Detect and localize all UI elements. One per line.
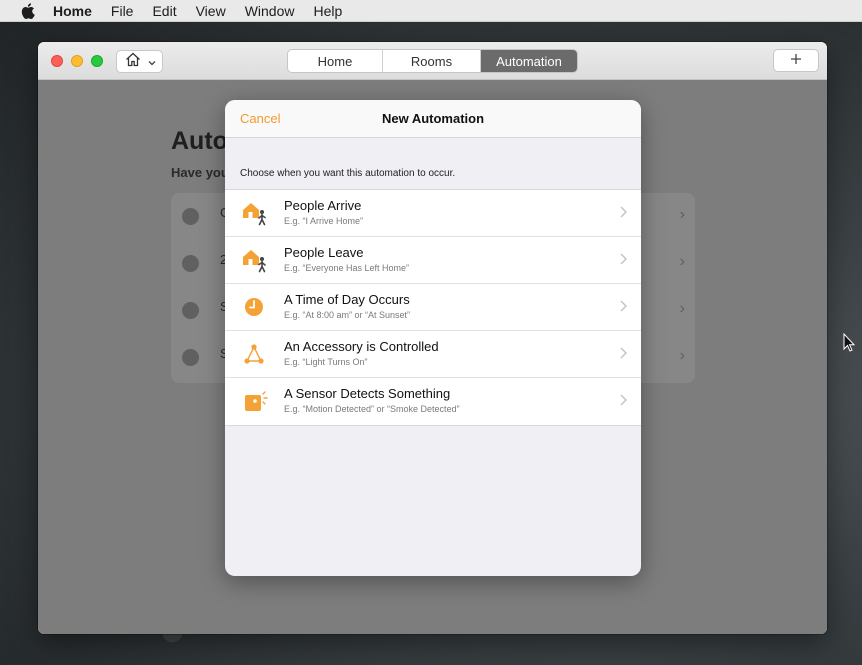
option-title: People Arrive (284, 198, 362, 213)
option-title: A Time of Day Occurs (284, 292, 410, 307)
menu-file[interactable]: File (111, 3, 134, 19)
option-people-arrive[interactable]: People Arrive E.g. “I Arrive Home” (225, 190, 641, 237)
tab-automation[interactable]: Automation (481, 50, 577, 72)
plus-icon (790, 52, 802, 70)
new-automation-sheet: Cancel New Automation Choose when you wa… (225, 100, 641, 576)
chevron-right-icon (620, 205, 628, 223)
option-title: People Leave (284, 245, 364, 260)
chevron-right-icon: › (679, 206, 685, 223)
house-icon (125, 52, 141, 72)
option-example: E.g. “I Arrive Home” (284, 216, 364, 226)
zoom-window-button[interactable] (91, 55, 103, 67)
page-title: Auto (171, 127, 228, 155)
view-tabs: Home Rooms Automation (287, 49, 578, 73)
tab-rooms[interactable]: Rooms (383, 50, 481, 72)
option-title: A Sensor Detects Something (284, 386, 451, 401)
option-time-of-day[interactable]: A Time of Day Occurs E.g. “At 8:00 am” o… (225, 284, 641, 331)
add-button[interactable] (773, 49, 819, 72)
apple-icon[interactable] (20, 2, 36, 19)
sheet-title: New Automation (381, 111, 485, 126)
chevron-down-icon (148, 53, 156, 71)
title-bar: Home Rooms Automation (38, 42, 827, 80)
clock-icon (182, 349, 199, 366)
option-example: E.g. “Motion Detected” or “Smoke Detecte… (284, 404, 460, 414)
chevron-right-icon (620, 393, 628, 411)
sensor-icon (242, 389, 270, 415)
accessory-icon (242, 342, 270, 368)
sheet-prompt: Choose when you want this automation to … (240, 168, 456, 179)
person-leave-icon (242, 248, 270, 274)
sheet-header: Cancel New Automation (225, 100, 641, 138)
option-example: E.g. “Everyone Has Left Home” (284, 263, 410, 273)
menu-window[interactable]: Window (245, 3, 295, 19)
clock-icon (182, 208, 199, 225)
option-title: An Accessory is Controlled (284, 339, 439, 354)
chevron-right-icon (620, 252, 628, 270)
option-accessory-controlled[interactable]: An Accessory is Controlled E.g. “Light T… (225, 331, 641, 378)
trigger-options-list: People Arrive E.g. “I Arrive Home” Peopl… (225, 189, 641, 426)
chevron-right-icon (620, 299, 628, 317)
clock-icon (242, 295, 270, 321)
menu-help[interactable]: Help (313, 3, 342, 19)
menu-edit[interactable]: Edit (152, 3, 176, 19)
clock-icon (182, 302, 199, 319)
clock-icon (182, 255, 199, 272)
option-sensor-detects[interactable]: A Sensor Detects Something E.g. “Motion … (225, 378, 641, 425)
person-arrive-icon (242, 201, 270, 227)
chevron-right-icon (620, 346, 628, 364)
tab-home[interactable]: Home (288, 50, 383, 72)
mouse-cursor-icon (843, 332, 856, 357)
option-example: E.g. “At 8:00 am” or “At Sunset” (284, 310, 411, 320)
minimize-window-button[interactable] (71, 55, 83, 67)
chevron-right-icon: › (679, 347, 685, 364)
close-window-button[interactable] (51, 55, 63, 67)
option-people-leave[interactable]: People Leave E.g. “Everyone Has Left Hom… (225, 237, 641, 284)
chevron-right-icon: › (679, 253, 685, 270)
menu-bar: Home File Edit View Window Help (0, 0, 862, 22)
page-subtitle: Have you (171, 165, 229, 180)
menu-app-home[interactable]: Home (53, 3, 92, 19)
option-example: E.g. “Light Turns On” (284, 357, 368, 367)
home-selector-button[interactable] (116, 50, 163, 73)
chevron-right-icon: › (679, 300, 685, 317)
menu-view[interactable]: View (196, 3, 226, 19)
